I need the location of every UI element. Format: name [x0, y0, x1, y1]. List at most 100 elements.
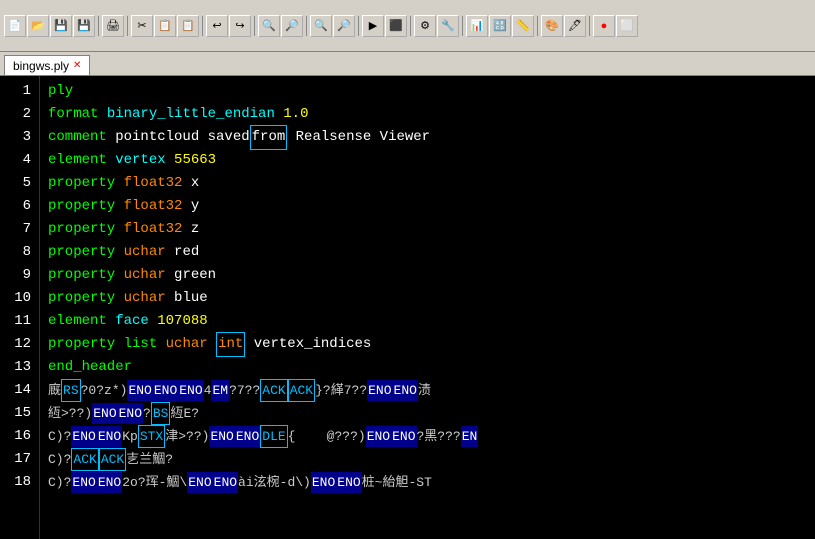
code-content[interactable]: ply format binary_little_endian 1.0 comm…: [40, 76, 815, 539]
val-z: z: [191, 218, 199, 241]
space: [208, 333, 216, 356]
hl-eno6: ENO: [92, 403, 117, 424]
space: [157, 333, 165, 356]
code-line-3: comment pointcloud saved from Realsense …: [48, 126, 807, 149]
space: [182, 172, 190, 195]
redo-button[interactable]: ↪: [229, 15, 251, 37]
val-y: y: [191, 195, 199, 218]
open-button[interactable]: 📂: [27, 15, 49, 37]
separator3: [202, 16, 203, 36]
tab-close-icon[interactable]: ✕: [73, 60, 81, 71]
garbage-16a: C)?: [48, 426, 71, 447]
code-line-9: property uchar green: [48, 264, 807, 287]
space: [98, 103, 106, 126]
code-line-2: format binary_little_endian 1.0: [48, 103, 807, 126]
hl-ack1: ACK: [260, 379, 287, 402]
val-107088: 107088: [157, 310, 207, 333]
code-line-5: property float32 x: [48, 172, 807, 195]
garbage-16d: { @???): [288, 426, 366, 447]
space: [107, 149, 115, 172]
separator9: [537, 16, 538, 36]
toolbar-row1: 📄 📂 💾 💾 🖨 ✂ 📋 📋 ↩ ↪ 🔍 🔎 🔍 🔎 ▶ ⬛ ⚙ 🔧 📊 🔠 …: [4, 13, 638, 39]
zoom-in-button[interactable]: 🔍: [310, 15, 332, 37]
hl-bs: BS: [151, 402, 171, 425]
hl-ack3: ACK: [71, 448, 98, 471]
line-num-1: 1: [4, 80, 31, 103]
space: [115, 195, 123, 218]
line-num-16: 16: [4, 425, 31, 448]
kw-comment: comment: [48, 126, 107, 149]
line-num-5: 5: [4, 172, 31, 195]
kw-element2: element: [48, 310, 107, 333]
save-button[interactable]: 💾: [50, 15, 72, 37]
val-green: green: [174, 264, 216, 287]
undo-button[interactable]: ↩: [206, 15, 228, 37]
hl-eno19: ENO: [311, 472, 336, 493]
code-line-10: property uchar blue: [48, 287, 807, 310]
hl-eno1: ENO: [127, 380, 152, 401]
tab-bingws-ply[interactable]: bingws.ply ✕: [4, 55, 90, 75]
garbage-18a: C)?: [48, 472, 71, 493]
print-button[interactable]: 🖨: [102, 15, 124, 37]
kw-from: from: [250, 125, 288, 150]
save-all-button[interactable]: 💾: [73, 15, 95, 37]
settings-button[interactable]: ⚙: [414, 15, 436, 37]
hl-eno12: ENO: [366, 426, 391, 447]
whitespace-button[interactable]: ⬜: [616, 15, 638, 37]
code-line-6: property float32 y: [48, 195, 807, 218]
line-num-8: 8: [4, 241, 31, 264]
cut-button[interactable]: ✂: [131, 15, 153, 37]
type-uchar3: uchar: [124, 287, 166, 310]
space: [115, 287, 123, 310]
tab-bar: bingws.ply ✕: [0, 52, 815, 76]
zoom-out-button[interactable]: 🔎: [333, 15, 355, 37]
garbage-15c: 絚E?: [170, 403, 199, 424]
toolbar: 📄 📂 💾 💾 🖨 ✂ 📋 📋 ↩ ↪ 🔍 🔎 🔍 🔎 ▶ ⬛ ⚙ 🔧 📊 🔠 …: [0, 0, 815, 52]
garbage-16e: ?黑???: [417, 426, 461, 447]
code-line-17: C)?ACKACK㐊兰鯝?: [48, 448, 807, 471]
run-button[interactable]: ▶: [362, 15, 384, 37]
paste-button[interactable]: 📋: [177, 15, 199, 37]
space: [166, 149, 174, 172]
line-num-18: 18: [4, 471, 31, 494]
options-button[interactable]: 🔧: [437, 15, 459, 37]
val-encoding: binary_little_endian: [107, 103, 275, 126]
hl-dle: DLE: [260, 425, 287, 448]
separator10: [589, 16, 590, 36]
record-button[interactable]: ●: [593, 15, 615, 37]
line-num-7: 7: [4, 218, 31, 241]
space: [115, 333, 123, 356]
space: [245, 333, 253, 356]
ruler-button[interactable]: 📏: [512, 15, 534, 37]
kw-list: list: [124, 333, 158, 356]
garbage-16b: Kp: [122, 426, 138, 447]
new-button[interactable]: 📄: [4, 15, 26, 37]
find-button[interactable]: 🔍: [258, 15, 280, 37]
table-button[interactable]: 📊: [466, 15, 488, 37]
garbage-18b: 2o?珲-鯝\: [122, 472, 187, 493]
kw-element1: element: [48, 149, 107, 172]
hl-eno10: ENO: [209, 426, 234, 447]
line-num-2: 2: [4, 103, 31, 126]
hl-eno15: ENO: [71, 472, 96, 493]
stop-button[interactable]: ⬛: [385, 15, 407, 37]
separator6: [358, 16, 359, 36]
copy-button[interactable]: 📋: [154, 15, 176, 37]
space: [115, 241, 123, 264]
space: [149, 310, 157, 333]
line-numbers: 1 2 3 4 5 6 7 8 9 10 11 12 13 14 15 16 1…: [0, 76, 40, 539]
val-x: x: [191, 172, 199, 195]
editor-area[interactable]: 1 2 3 4 5 6 7 8 9 10 11 12 13 14 15 16 1…: [0, 76, 815, 539]
code-line-14: 廐RS?0?z*)ENOENOENO4EM?7??ACKACK}?緙7??ENO…: [48, 379, 807, 402]
replace-button[interactable]: 🔎: [281, 15, 303, 37]
code-line-8: property uchar red: [48, 241, 807, 264]
separator2: [127, 16, 128, 36]
format-button[interactable]: 🔠: [489, 15, 511, 37]
code-line-4: element vertex 55663: [48, 149, 807, 172]
code-line-15: 絚>??)ENOENO?BS絚E?: [48, 402, 807, 425]
val-comment-text: pointcloud saved: [115, 126, 249, 149]
color-button[interactable]: 🎨: [541, 15, 563, 37]
pen-button[interactable]: 🖊: [564, 15, 586, 37]
separator4: [254, 16, 255, 36]
separator1: [98, 16, 99, 36]
